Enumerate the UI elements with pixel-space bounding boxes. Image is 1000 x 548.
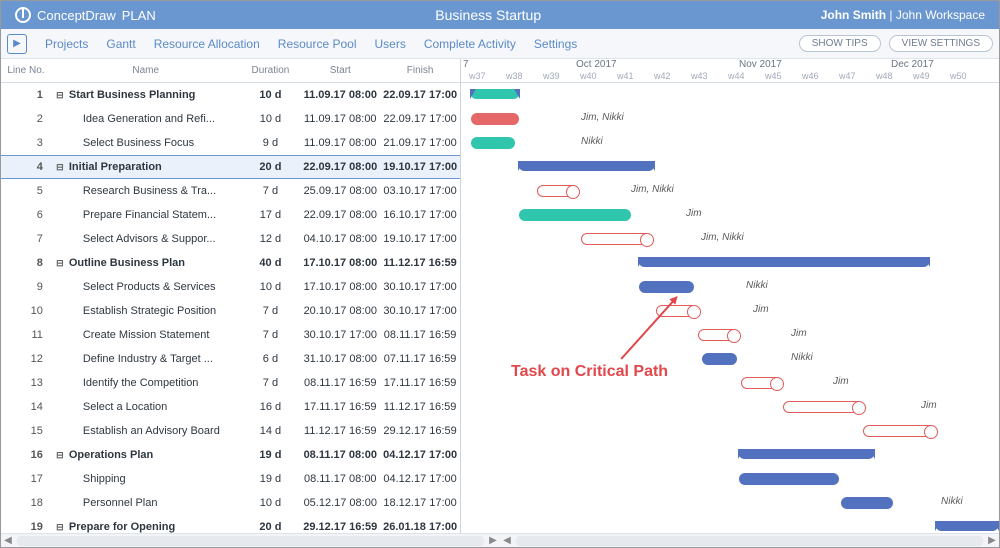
task-row[interactable]: 2Idea Generation and Refi...10 d11.09.17… [1,107,460,131]
resource-label: Jim, Nikki [631,184,674,195]
task-row[interactable]: 16⊟Operations Plan19 d08.11.17 08:0004.1… [1,443,460,467]
task-row[interactable]: 15Establish an Advisory Board14 d11.12.1… [1,419,460,443]
gantt-bar[interactable] [863,425,935,437]
resource-label: Nikki [581,136,603,147]
brand-suffix: PLAN [122,8,156,23]
resource-label: Nikki [791,352,813,363]
gantt-bar[interactable] [471,113,519,125]
col-duration[interactable]: Duration [240,65,300,76]
task-row[interactable]: 14Select a Location16 d17.11.17 16:5911.… [1,395,460,419]
show-tips-button[interactable]: SHOW TIPS [799,35,881,52]
main-area: Line No. Name Duration Start Finish 1⊟St… [1,59,999,533]
grid-header: Line No. Name Duration Start Finish [1,59,460,83]
task-row[interactable]: 13Identify the Competition7 d08.11.17 16… [1,371,460,395]
col-line-no[interactable]: Line No. [1,65,51,76]
task-row[interactable]: 7Select Advisors & Suppor...12 d04.10.17… [1,227,460,251]
logo-icon [15,7,31,23]
nav-projects[interactable]: Projects [45,37,88,51]
task-row[interactable]: 3Select Business Focus9 d11.09.17 08:002… [1,131,460,155]
task-row[interactable]: 12Define Industry & Target ...6 d31.10.1… [1,347,460,371]
gantt-bar[interactable] [519,161,654,171]
resource-label: Jim [791,328,807,339]
col-name[interactable]: Name [51,65,241,76]
gantt-bar[interactable] [783,401,863,413]
resource-label: Jim [921,400,937,411]
scroll-right-icon-2[interactable]: ▶ [985,535,999,546]
gantt-bar[interactable] [537,185,577,197]
user-info[interactable]: John Smith | John Workspace [821,8,985,22]
task-row[interactable]: 10Establish Strategic Position7 d20.10.1… [1,299,460,323]
gantt-bar[interactable] [698,329,738,341]
nav-settings[interactable]: Settings [534,37,577,51]
gantt-chart[interactable]: 7Oct 2017Nov 2017Dec 2017w37w38w39w40w41… [461,59,999,533]
nav-resource-allocation[interactable]: Resource Allocation [154,37,260,51]
resource-label: Nikki [941,496,963,507]
gantt-bar[interactable] [581,233,651,245]
task-row[interactable]: 5Research Business & Tra...7 d25.09.17 0… [1,179,460,203]
expand-panel-icon[interactable]: ▶ [7,34,27,54]
resource-label: Jim, Nikki [701,232,744,243]
main-nav: ▶ Projects Gantt Resource Allocation Res… [1,29,999,59]
nav-gantt[interactable]: Gantt [106,37,135,51]
project-title: Business Startup [156,7,821,23]
timeline-header: 7Oct 2017Nov 2017Dec 2017w37w38w39w40w41… [461,59,999,83]
scroll-right-icon[interactable]: ▶ [486,535,500,546]
col-finish[interactable]: Finish [380,65,460,76]
collapse-icon[interactable]: ⊟ [51,162,69,173]
resource-label: Jim [753,304,769,315]
task-row[interactable]: 17Shipping19 d08.11.17 08:0004.12.17 17:… [1,467,460,491]
gantt-bar[interactable] [471,137,515,149]
task-row[interactable]: 11Create Mission Statement7 d30.10.17 17… [1,323,460,347]
task-row[interactable]: 18Personnel Plan10 d05.12.17 08:0018.12.… [1,491,460,515]
gantt-bar[interactable] [936,521,998,531]
title-bar: ConceptDraw PLAN Business Startup John S… [1,1,999,29]
task-row[interactable]: 8⊟Outline Business Plan40 d17.10.17 08:0… [1,251,460,275]
nav-users[interactable]: Users [375,37,406,51]
nav-resource-pool[interactable]: Resource Pool [278,37,357,51]
gantt-bar[interactable] [739,449,874,459]
resource-label: Jim [833,376,849,387]
gantt-bar[interactable] [741,377,781,389]
task-row[interactable]: 6Prepare Financial Statem...17 d22.09.17… [1,203,460,227]
brand-name: ConceptDraw [37,8,116,23]
task-row[interactable]: 4⊟Initial Preparation20 d22.09.17 08:001… [1,155,460,179]
nav-complete-activity[interactable]: Complete Activity [424,37,516,51]
view-settings-button[interactable]: VIEW SETTINGS [889,35,993,52]
gantt-bar[interactable] [841,497,893,509]
gantt-bar[interactable] [519,209,631,221]
collapse-icon[interactable]: ⊟ [51,258,69,269]
task-row[interactable]: 19⊟Prepare for Opening20 d29.12.17 16:59… [1,515,460,539]
gantt-bar[interactable] [739,473,839,485]
gantt-bar[interactable] [471,89,519,99]
gantt-bar[interactable] [702,353,737,365]
collapse-icon[interactable]: ⊟ [51,522,69,533]
resource-label: Jim [686,208,702,219]
scroll-left-icon-2[interactable]: ◀ [500,535,514,546]
app-brand: ConceptDraw PLAN [15,7,156,23]
gantt-bar[interactable] [639,281,694,293]
resource-label: Nikki [746,280,768,291]
task-grid: Line No. Name Duration Start Finish 1⊟St… [1,59,461,533]
gantt-body: Jim, Nikki Nikki Jim, Nikki Jim Jim, Nikki Ni… [461,83,999,533]
collapse-icon[interactable]: ⊟ [51,90,69,101]
collapse-icon[interactable]: ⊟ [51,450,69,461]
task-row[interactable]: 1⊟Start Business Planning10 d11.09.17 08… [1,83,460,107]
gantt-bar[interactable] [639,257,929,267]
col-start[interactable]: Start [300,65,380,76]
task-row[interactable]: 9Select Products & Services10 d17.10.17 … [1,275,460,299]
resource-label: Jim, Nikki [581,112,624,123]
annotation-text: Task on Critical Path [511,363,668,381]
